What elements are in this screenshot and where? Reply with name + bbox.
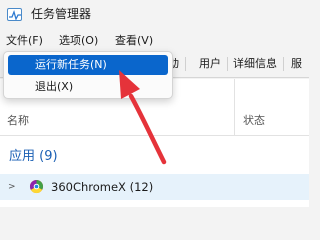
menu-item-exit[interactable]: 退出(X) <box>8 77 168 97</box>
menu-item-run-new-task[interactable]: 运行新任务(N) <box>8 55 168 75</box>
menu-file[interactable]: 文件(F) <box>6 34 43 48</box>
tab-users[interactable]: 用户 <box>199 57 228 71</box>
column-name[interactable]: 名称 <box>7 114 29 128</box>
file-menu-dropdown: 运行新任务(N) 退出(X) <box>3 51 173 99</box>
tab-services[interactable]: 服 <box>291 57 308 71</box>
title-bar: 任务管理器 <box>0 0 309 31</box>
row-label: 360ChromeX (12) <box>51 180 154 194</box>
360chrome-icon <box>29 179 44 198</box>
column-status[interactable]: 状态 <box>243 114 265 128</box>
task-manager-icon <box>7 8 22 21</box>
menu-options[interactable]: 选项(O) <box>59 34 98 48</box>
window-title: 任务管理器 <box>31 7 92 21</box>
column-divider[interactable] <box>234 79 235 136</box>
chevron-right-icon[interactable]: > <box>8 181 16 193</box>
menu-bar: 文件(F) 选项(O) 查看(V) <box>0 31 309 51</box>
menu-view[interactable]: 查看(V) <box>115 34 153 48</box>
table-row[interactable]: > 360ChromeX (12) <box>0 174 309 200</box>
tab-details[interactable]: 详细信息 <box>233 57 284 71</box>
group-apps-heading: 应用 (9) <box>9 149 58 164</box>
